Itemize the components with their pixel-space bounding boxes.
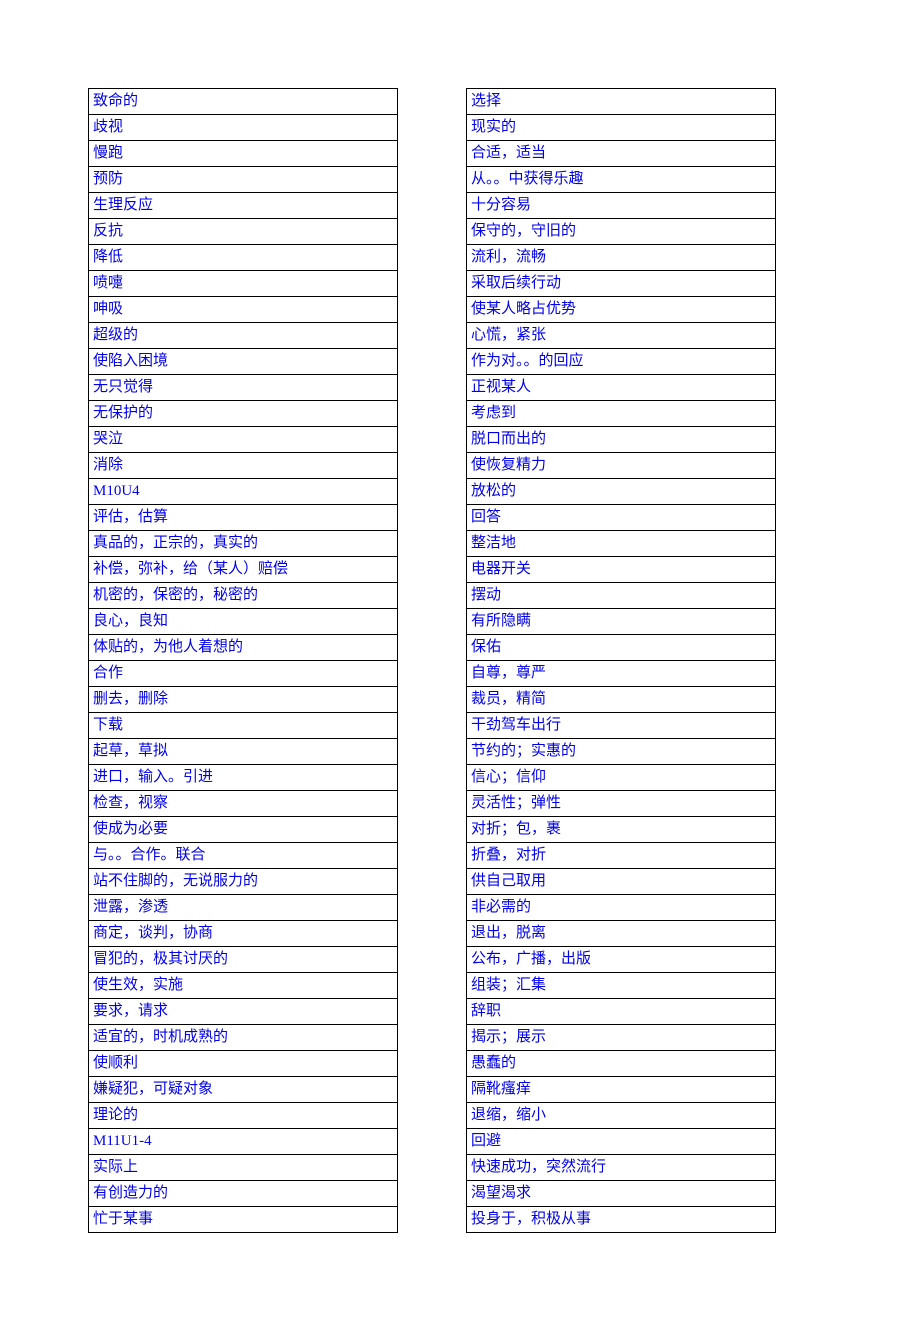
vocab-cell: 揭示；展示 <box>466 1025 776 1051</box>
vocab-cell: 保佑 <box>466 635 776 661</box>
vocab-cell: 歧视 <box>88 115 398 141</box>
vocab-cell: 真品的，正宗的，真实的 <box>88 531 398 557</box>
vocab-cell: 愚蠢的 <box>466 1051 776 1077</box>
vocab-cell: 使某人略占优势 <box>466 297 776 323</box>
vocab-cell: 体贴的，为他人着想的 <box>88 635 398 661</box>
vocab-cell: 有创造力的 <box>88 1181 398 1207</box>
vocab-cell: 起草，草拟 <box>88 739 398 765</box>
vocab-cell: 致命的 <box>88 88 398 115</box>
vocab-cell: 考虑到 <box>466 401 776 427</box>
vocab-cell: 消除 <box>88 453 398 479</box>
vocab-cell: 供自己取用 <box>466 869 776 895</box>
vocab-cell: 合作 <box>88 661 398 687</box>
vocab-cell: 使成为必要 <box>88 817 398 843</box>
vocab-cell: 放松的 <box>466 479 776 505</box>
vocab-cell: 嫌疑犯，可疑对象 <box>88 1077 398 1103</box>
vocab-cell: 慢跑 <box>88 141 398 167</box>
vocab-cell: 预防 <box>88 167 398 193</box>
vocab-cell: 十分容易 <box>466 193 776 219</box>
vocab-cell: 回答 <box>466 505 776 531</box>
vocab-cell: 整洁地 <box>466 531 776 557</box>
vocab-cell: 使生效，实施 <box>88 973 398 999</box>
vocab-cell: 脱口而出的 <box>466 427 776 453</box>
vocab-cell: 现实的 <box>466 115 776 141</box>
vocab-cell: 哭泣 <box>88 427 398 453</box>
vocab-cell: 节约的；实惠的 <box>466 739 776 765</box>
vocab-cell: 投身于，积极从事 <box>466 1207 776 1233</box>
vocab-cell: 摆动 <box>466 583 776 609</box>
vocab-cell: 信心；信仰 <box>466 765 776 791</box>
vocab-cell: 选择 <box>466 88 776 115</box>
vocab-cell: 检查，视察 <box>88 791 398 817</box>
vocab-column-right: 选择现实的合适，适当从。。中获得乐趣十分容易保守的，守旧的流利，流畅采取后续行动… <box>466 88 776 1233</box>
vocab-column-left: 致命的歧视慢跑预防生理反应反抗降低喷嚏呻吸超级的使陷入困境无只觉得无保护的哭泣消… <box>88 88 398 1233</box>
vocab-cell: 站不住脚的，无说服力的 <box>88 869 398 895</box>
vocab-cell: 渴望渴求 <box>466 1181 776 1207</box>
vocab-cell: 反抗 <box>88 219 398 245</box>
vocab-cell: 自尊，尊严 <box>466 661 776 687</box>
vocab-cell: 要求，请求 <box>88 999 398 1025</box>
vocab-cell: 机密的，保密的，秘密的 <box>88 583 398 609</box>
vocab-cell: 喷嚏 <box>88 271 398 297</box>
vocab-cell: 生理反应 <box>88 193 398 219</box>
vocab-cell: 作为对。。的回应 <box>466 349 776 375</box>
page: 致命的歧视慢跑预防生理反应反抗降低喷嚏呻吸超级的使陷入困境无只觉得无保护的哭泣消… <box>0 0 920 1321</box>
vocab-cell: 有所隐瞒 <box>466 609 776 635</box>
vocab-cell: 电器开关 <box>466 557 776 583</box>
vocab-cell: 理论的 <box>88 1103 398 1129</box>
vocab-cell: 干劲驾车出行 <box>466 713 776 739</box>
vocab-cell: 降低 <box>88 245 398 271</box>
vocab-cell: 泄露，渗透 <box>88 895 398 921</box>
vocab-cell: 良心，良知 <box>88 609 398 635</box>
vocab-cell: 非必需的 <box>466 895 776 921</box>
vocab-cell: 评估，估算 <box>88 505 398 531</box>
vocab-cell: 裁员，精简 <box>466 687 776 713</box>
vocab-cell: 公布，广播，出版 <box>466 947 776 973</box>
vocab-cell: 组装；汇集 <box>466 973 776 999</box>
vocab-cell: 无保护的 <box>88 401 398 427</box>
vocab-cell: 隔靴瘙痒 <box>466 1077 776 1103</box>
vocab-cell: 适宜的，时机成熟的 <box>88 1025 398 1051</box>
vocab-cell: 心慌，紧张 <box>466 323 776 349</box>
vocab-cell: 从。。中获得乐趣 <box>466 167 776 193</box>
vocab-cell: 合适，适当 <box>466 141 776 167</box>
vocab-cell: 删去，删除 <box>88 687 398 713</box>
vocab-cell: 超级的 <box>88 323 398 349</box>
vocab-cell: 呻吸 <box>88 297 398 323</box>
vocab-cell: 采取后续行动 <box>466 271 776 297</box>
vocab-cell: 使恢复精力 <box>466 453 776 479</box>
vocab-cell: 进口，输入。引进 <box>88 765 398 791</box>
vocab-cell: 折叠，对折 <box>466 843 776 869</box>
vocab-cell: 流利，流畅 <box>466 245 776 271</box>
vocab-cell: 商定，谈判，协商 <box>88 921 398 947</box>
vocab-cell: 退出，脱离 <box>466 921 776 947</box>
vocab-cell: 补偿，弥补，给（某人）赔偿 <box>88 557 398 583</box>
vocab-cell: 对折；包，裹 <box>466 817 776 843</box>
vocab-cell: M10U4 <box>88 479 398 505</box>
vocab-cell: 回避 <box>466 1129 776 1155</box>
vocab-cell: 使顺利 <box>88 1051 398 1077</box>
vocab-cell: 使陷入困境 <box>88 349 398 375</box>
vocab-cell: 快速成功，突然流行 <box>466 1155 776 1181</box>
vocab-cell: 与。。合作。联合 <box>88 843 398 869</box>
vocab-cell: 保守的，守旧的 <box>466 219 776 245</box>
vocab-cell: 下载 <box>88 713 398 739</box>
vocab-cell: 忙于某事 <box>88 1207 398 1233</box>
vocab-cell: 退缩，缩小 <box>466 1103 776 1129</box>
vocab-cell: 正视某人 <box>466 375 776 401</box>
vocab-cell: M11U1-4 <box>88 1129 398 1155</box>
vocab-cell: 灵活性；弹性 <box>466 791 776 817</box>
vocab-cell: 辞职 <box>466 999 776 1025</box>
vocab-cell: 实际上 <box>88 1155 398 1181</box>
vocab-cell: 无只觉得 <box>88 375 398 401</box>
vocab-cell: 冒犯的，极其讨厌的 <box>88 947 398 973</box>
